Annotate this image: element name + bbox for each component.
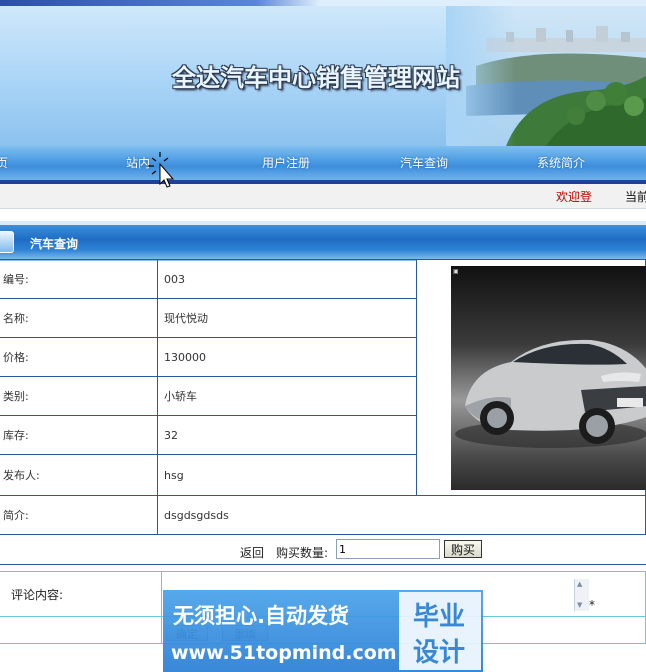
comment-label: 评论内容: bbox=[0, 571, 162, 617]
nav-item-home[interactable]: 页 bbox=[0, 154, 8, 171]
buy-button[interactable]: 购买 bbox=[444, 540, 482, 558]
welcome-text: 欢迎登 bbox=[556, 190, 593, 204]
watermark-badge-line1: 毕业 bbox=[413, 602, 466, 632]
quantity-input[interactable] bbox=[336, 539, 440, 559]
current-user-text: 当前 bbox=[625, 190, 646, 204]
purchase-row: 返回 购买数量: 购买 bbox=[0, 536, 646, 565]
table-row: 编号: 003 ▣ bbox=[0, 259, 646, 496]
site-title: 全达汽车中心销售管理网站 bbox=[172, 63, 460, 92]
section-title: 汽车查询 bbox=[30, 237, 79, 251]
nav-item-car-search[interactable]: 汽车查询 bbox=[400, 154, 448, 171]
field-label: 发布人: bbox=[0, 454, 158, 496]
field-value: 小轿车 bbox=[157, 376, 417, 416]
field-value: 003 bbox=[157, 259, 417, 299]
car-icon bbox=[455, 339, 646, 448]
field-label: 库存: bbox=[0, 415, 158, 455]
mouse-cursor-icon bbox=[148, 152, 175, 188]
car-detail-table: 编号: 003 ▣ 名称: 现代悦动 价格: 130000 类别: 小轿车 库存… bbox=[0, 259, 646, 535]
empty-cell bbox=[0, 616, 162, 644]
field-value: dsgdsgdsds bbox=[157, 495, 646, 535]
scroll-down-icon[interactable]: ▼ bbox=[577, 601, 582, 609]
watermark-badge: 毕业 设计 bbox=[399, 592, 481, 670]
watermark-badge-line2: 设计 bbox=[413, 638, 466, 668]
scenery-image bbox=[446, 6, 646, 146]
site-banner: 全达汽车中心销售管理网站 bbox=[0, 6, 646, 146]
nav-item-about[interactable]: 系统简介 bbox=[537, 154, 585, 171]
field-value: hsg bbox=[157, 454, 417, 496]
car-photo-cell: ▣ bbox=[416, 259, 646, 496]
welcome-bar: 欢迎登 当前 bbox=[0, 184, 646, 209]
car-photo: ▣ bbox=[451, 265, 646, 490]
watermark-overlay: 无须担心.自动发货 www.51topmind.com 毕业 设计 bbox=[163, 590, 483, 672]
field-value: 130000 bbox=[157, 337, 417, 377]
main-nav: 页 站内 用户注册 汽车查询 系统简介 bbox=[0, 146, 646, 180]
required-mark: * bbox=[589, 598, 595, 612]
field-value: 现代悦动 bbox=[157, 298, 417, 338]
table-row: 简介: dsgdsgdsds bbox=[0, 495, 646, 535]
watermark-line1: 无须担心.自动发货 bbox=[173, 604, 349, 628]
field-label: 价格: bbox=[0, 337, 158, 377]
field-label: 名称: bbox=[0, 298, 158, 338]
scroll-up-icon[interactable]: ▲ bbox=[577, 580, 582, 588]
field-label: 类别: bbox=[0, 376, 158, 416]
nav-item-news[interactable]: 站内 bbox=[126, 154, 150, 171]
field-label: 编号: bbox=[0, 259, 158, 299]
section-icon bbox=[0, 231, 14, 253]
back-link[interactable]: 返回 bbox=[240, 544, 264, 561]
field-label: 简介: bbox=[0, 495, 158, 535]
nav-item-register[interactable]: 用户注册 bbox=[262, 154, 310, 171]
section-header: 汽车查询 bbox=[0, 221, 646, 261]
quantity-label: 购买数量: bbox=[276, 546, 329, 560]
field-value: 32 bbox=[157, 415, 417, 455]
photo-watermark-icon: ▣ bbox=[453, 267, 459, 275]
watermark-line2: www.51topmind.com bbox=[171, 642, 397, 664]
textarea-scrollbar[interactable]: ▲ ▼ bbox=[574, 579, 589, 611]
